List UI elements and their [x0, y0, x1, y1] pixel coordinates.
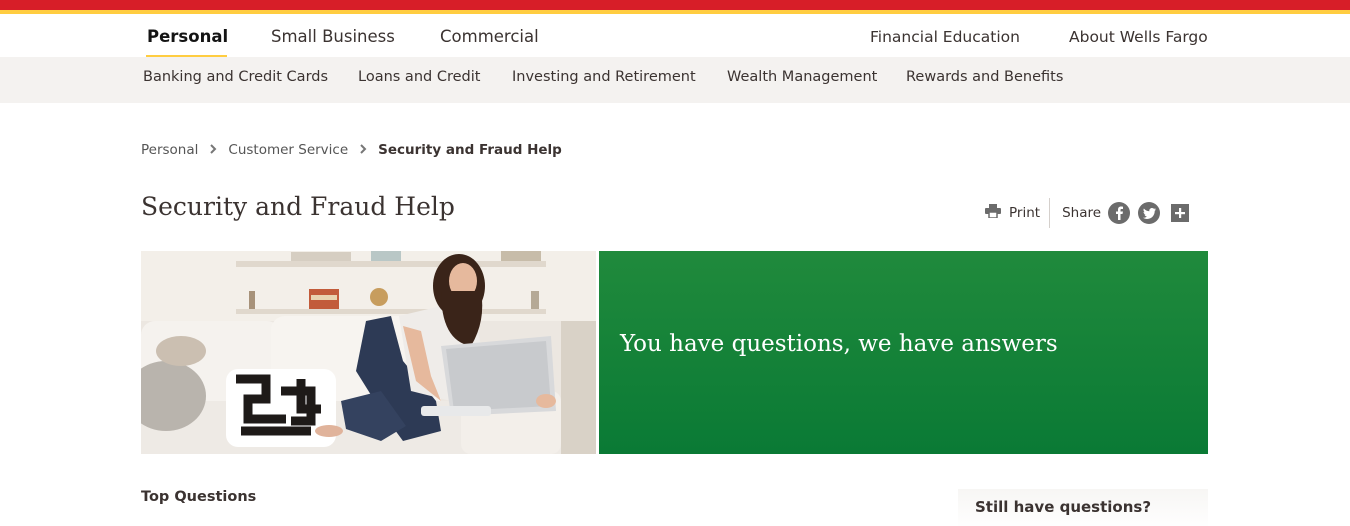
- nav-about-wells-fargo[interactable]: About Wells Fargo: [1069, 28, 1208, 46]
- subnav-loans-credit[interactable]: Loans and Credit: [358, 69, 480, 85]
- breadcrumb-customer-service[interactable]: Customer Service: [228, 142, 348, 158]
- nav-commercial[interactable]: Commercial: [440, 27, 539, 46]
- page-tools: Print Share: [985, 198, 1190, 228]
- breadcrumb: Personal Customer Service Security and F…: [141, 142, 562, 158]
- page-title: Security and Fraud Help: [141, 192, 455, 221]
- chevron-right-icon: [209, 142, 217, 158]
- subnav-investing-retirement[interactable]: Investing and Retirement: [512, 69, 696, 85]
- still-have-questions-heading: Still have questions?: [975, 498, 1152, 516]
- nav-personal[interactable]: Personal: [147, 27, 228, 46]
- subnav-wealth-management[interactable]: Wealth Management: [727, 69, 877, 85]
- subnav-rewards-benefits[interactable]: Rewards and Benefits: [906, 69, 1063, 85]
- top-questions-heading: Top Questions: [141, 489, 257, 505]
- plus-icon[interactable]: [1171, 204, 1190, 222]
- subnav-banking-credit-cards[interactable]: Banking and Credit Cards: [143, 69, 328, 85]
- still-have-questions-box: Still have questions?: [958, 489, 1208, 526]
- chevron-right-icon: [359, 142, 367, 158]
- twitter-icon[interactable]: [1138, 202, 1161, 224]
- nav-financial-education[interactable]: Financial Education: [870, 28, 1020, 46]
- hero-banner: You have questions, we have answers: [599, 251, 1208, 454]
- brand-stripe: [0, 0, 1350, 14]
- nav-small-business[interactable]: Small Business: [271, 27, 395, 46]
- share-label: Share: [1062, 205, 1102, 221]
- print-button[interactable]: Print: [985, 204, 1049, 222]
- hero-photo-woman-laptop: [141, 251, 596, 454]
- hero-headline: You have questions, we have answers: [620, 331, 1058, 357]
- facebook-icon[interactable]: [1108, 202, 1131, 224]
- breadcrumb-current: Security and Fraud Help: [378, 142, 562, 158]
- print-label: Print: [1009, 205, 1041, 221]
- print-icon: [985, 204, 1009, 222]
- breadcrumb-personal[interactable]: Personal: [141, 142, 198, 158]
- primary-nav: Personal Small Business Commercial Finan…: [0, 14, 1350, 57]
- secondary-nav: Banking and Credit Cards Loans and Credi…: [0, 57, 1350, 103]
- tools-divider: [1049, 198, 1051, 228]
